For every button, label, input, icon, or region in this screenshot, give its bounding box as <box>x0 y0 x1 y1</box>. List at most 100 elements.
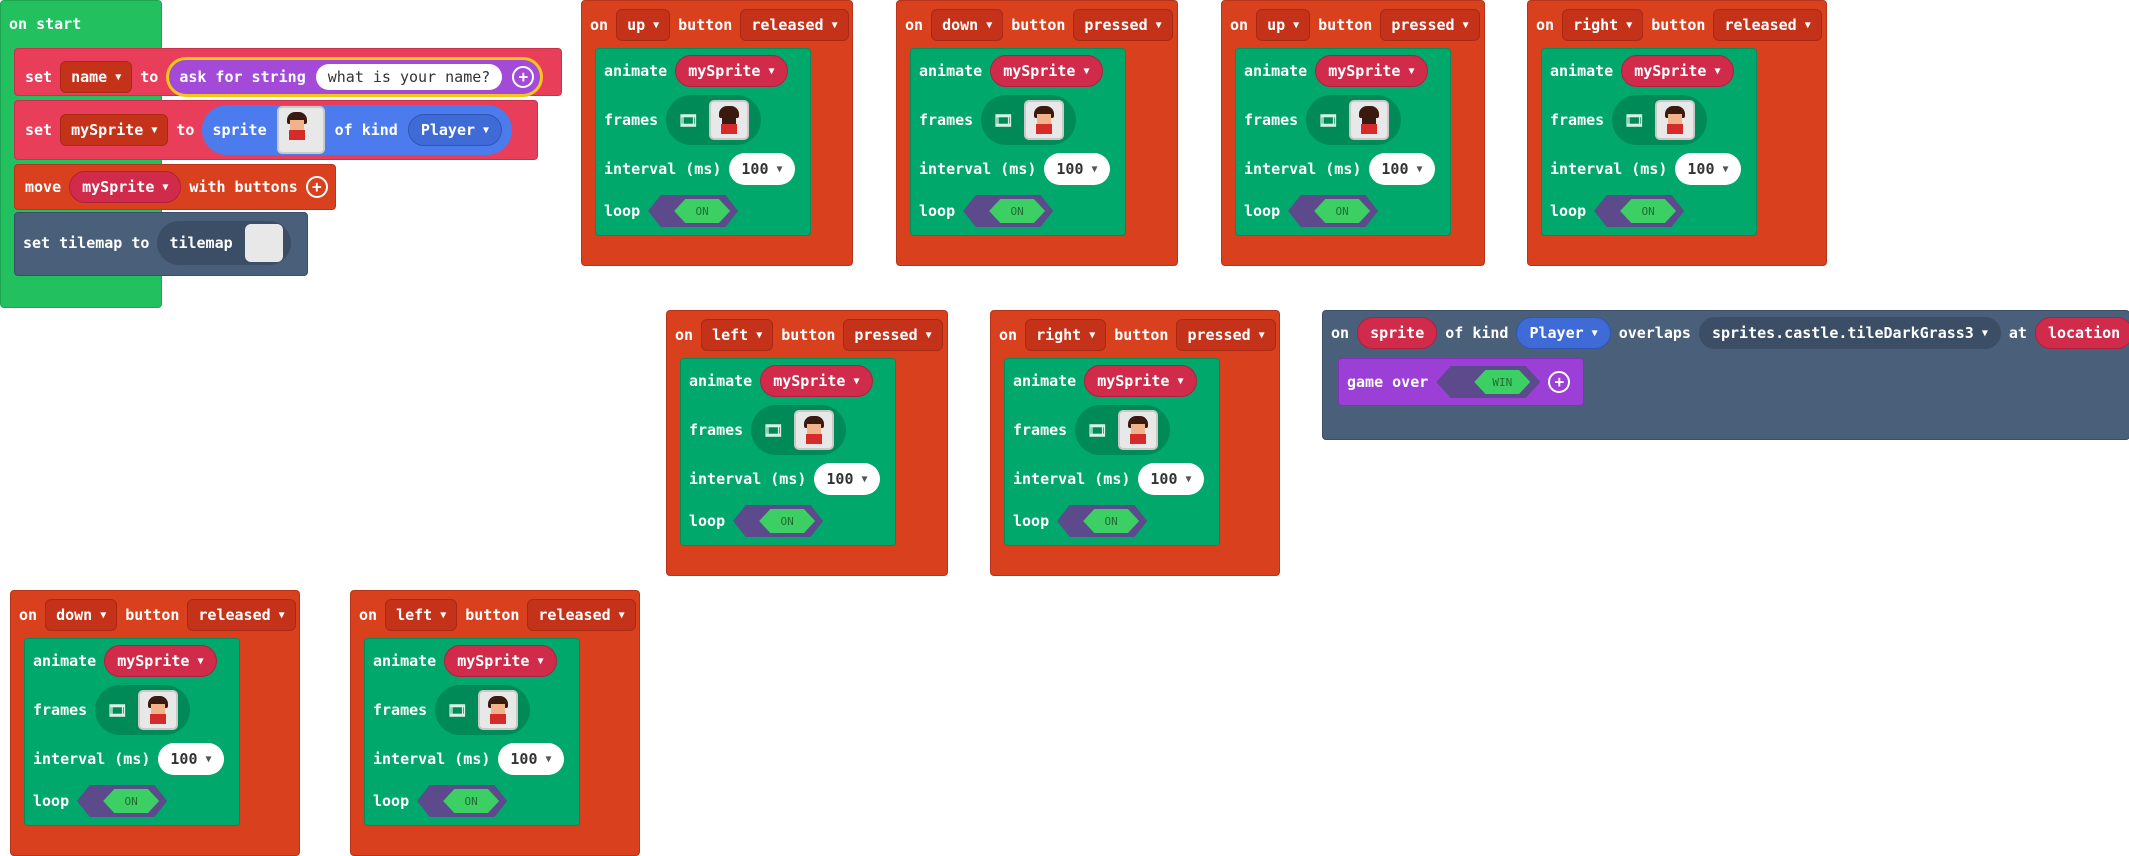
loop-toggle[interactable]: ON <box>1057 505 1148 537</box>
frames-label: frames <box>1550 111 1605 129</box>
loop-toggle[interactable]: ON <box>1594 195 1685 227</box>
loop-toggle[interactable]: ON <box>77 785 168 817</box>
loop-label: loop <box>373 792 410 810</box>
key-dropdown[interactable]: up <box>616 9 671 41</box>
game-over-block[interactable]: game over WIN + <box>1338 358 1584 406</box>
animate-frames-block[interactable]: animate mySprite frames 🎞 interval (ms) … <box>595 48 811 236</box>
interval-dropdown[interactable]: 100 <box>498 743 564 775</box>
mysprite-var-dropdown[interactable]: mySprite <box>1084 365 1197 397</box>
film-icon: 🎞 <box>678 110 699 130</box>
frames-picker[interactable]: 🎞 <box>435 685 530 735</box>
event-dropdown[interactable]: released <box>527 599 636 631</box>
frames-picker[interactable]: 🎞 <box>1075 405 1170 455</box>
film-icon: 🎞 <box>993 110 1014 130</box>
mysprite-var-dropdown[interactable]: mySprite <box>675 55 788 87</box>
add-argument-icon[interactable]: + <box>512 66 535 88</box>
mysprite-var-dropdown[interactable]: mySprite <box>760 365 873 397</box>
event-dropdown[interactable]: pressed <box>843 319 943 351</box>
key-dropdown[interactable]: right <box>1562 9 1644 41</box>
loop-toggle[interactable]: ON <box>648 195 739 227</box>
interval-dropdown[interactable]: 100 <box>1369 153 1435 185</box>
set-mysprite-block[interactable]: set mySprite to sprite of kind Player <box>14 100 538 160</box>
frames-picker[interactable]: 🎞 <box>751 405 846 455</box>
animate-frames-block[interactable]: animate mySprite frames 🎞 interval (ms) … <box>1235 48 1451 236</box>
mysprite-var-dropdown[interactable]: mySprite <box>60 114 169 146</box>
sprite-var-pill[interactable]: sprite <box>1357 317 1438 349</box>
set-tilemap-block[interactable]: set tilemap to tilemap <box>14 212 308 276</box>
interval-dropdown[interactable]: 100 <box>158 743 224 775</box>
animate-frames-block[interactable]: animate mySprite frames 🎞 interval (ms) … <box>910 48 1126 236</box>
film-icon: 🎞 <box>447 700 468 720</box>
add-option-icon[interactable]: + <box>305 176 328 198</box>
animate-frames-block[interactable]: animate mySprite frames 🎞 interval (ms) … <box>680 358 896 546</box>
frames-picker[interactable]: 🎞 <box>981 95 1076 145</box>
key-dropdown[interactable]: down <box>931 9 1004 41</box>
animate-frames-block[interactable]: animate mySprite frames 🎞 interval (ms) … <box>1541 48 1757 236</box>
tilemap-block[interactable]: tilemap <box>157 221 291 265</box>
loop-label: loop <box>1013 512 1050 530</box>
interval-label: interval (ms) <box>604 160 722 178</box>
sprite-frame-icon[interactable] <box>1654 100 1695 140</box>
frames-label: frames <box>919 111 974 129</box>
interval-dropdown[interactable]: 100 <box>729 153 795 185</box>
mysprite-var-dropdown[interactable]: mySprite <box>1315 55 1428 87</box>
animate-frames-block[interactable]: animate mySprite frames 🎞 interval (ms) … <box>364 638 580 826</box>
player-kind-dropdown[interactable]: Player <box>1516 317 1611 349</box>
key-dropdown[interactable]: down <box>45 599 118 631</box>
mysprite-var-dropdown[interactable]: mySprite <box>69 171 182 203</box>
interval-dropdown[interactable]: 100 <box>1044 153 1110 185</box>
sprite-frame-icon[interactable] <box>1023 100 1064 140</box>
loop-toggle[interactable]: ON <box>963 195 1054 227</box>
key-dropdown[interactable]: left <box>385 599 458 631</box>
sprite-frame-icon[interactable] <box>708 100 749 140</box>
sprite-image-icon[interactable] <box>276 106 325 154</box>
event-dropdown[interactable]: released <box>1713 9 1822 41</box>
ask-for-string-block[interactable]: ask for string what is your name? + <box>166 57 544 97</box>
mysprite-var-dropdown[interactable]: mySprite <box>444 645 557 677</box>
tile-dropdown[interactable]: sprites.castle.tileDarkGrass3 <box>1698 317 2001 349</box>
add-argument-icon[interactable]: + <box>1548 371 1571 393</box>
on-label: on <box>999 326 1018 344</box>
set-name-block[interactable]: set name to ask for string what is your … <box>14 48 562 97</box>
win-toggle[interactable]: WIN <box>1436 366 1541 398</box>
interval-dropdown[interactable]: 100 <box>1675 153 1741 185</box>
frames-picker[interactable]: 🎞 <box>666 95 761 145</box>
mysprite-var-dropdown[interactable]: mySprite <box>1621 55 1734 87</box>
key-dropdown[interactable]: up <box>1256 9 1311 41</box>
mysprite-var-dropdown[interactable]: mySprite <box>990 55 1103 87</box>
sprite-frame-icon[interactable] <box>793 410 834 450</box>
mysprite-var-dropdown[interactable]: mySprite <box>104 645 217 677</box>
sprite-frame-icon[interactable] <box>137 690 178 730</box>
frames-picker[interactable]: 🎞 <box>95 685 190 735</box>
event-dropdown[interactable]: pressed <box>1073 9 1173 41</box>
animate-frames-block[interactable]: animate mySprite frames 🎞 interval (ms) … <box>1004 358 1220 546</box>
sprite-frame-icon[interactable] <box>477 690 518 730</box>
interval-dropdown[interactable]: 100 <box>1138 463 1204 495</box>
player-kind-dropdown[interactable]: Player <box>407 114 503 146</box>
animate-frames-block[interactable]: animate mySprite frames 🎞 interval (ms) … <box>24 638 240 826</box>
sprite-create-block[interactable]: sprite of kind Player <box>202 105 513 155</box>
frames-picker[interactable]: 🎞 <box>1306 95 1401 145</box>
prompt-string-input[interactable]: what is your name? <box>315 64 503 90</box>
frames-picker[interactable]: 🎞 <box>1612 95 1707 145</box>
interval-dropdown[interactable]: 100 <box>814 463 880 495</box>
loop-toggle[interactable]: ON <box>1288 195 1379 227</box>
loop-toggle-label: ON <box>1620 199 1677 223</box>
event-dropdown[interactable]: released <box>187 599 296 631</box>
interval-label: interval (ms) <box>919 160 1037 178</box>
sprite-frame-icon[interactable] <box>1348 100 1389 140</box>
event-dropdown[interactable]: pressed <box>1380 9 1480 41</box>
animate-label: animate <box>1550 62 1614 80</box>
loop-toggle[interactable]: ON <box>733 505 824 537</box>
move-with-buttons-block[interactable]: move mySprite with buttons + <box>14 164 336 210</box>
key-dropdown[interactable]: left <box>701 319 774 351</box>
event-dropdown[interactable]: released <box>740 9 849 41</box>
sprite-frame-icon[interactable] <box>1117 410 1158 450</box>
loop-toggle[interactable]: ON <box>417 785 508 817</box>
location-var-pill[interactable]: location <box>2034 317 2129 349</box>
name-var-dropdown[interactable]: name <box>60 61 133 93</box>
key-dropdown[interactable]: right <box>1025 319 1107 351</box>
event-dropdown[interactable]: pressed <box>1176 319 1276 351</box>
tilemap-thumbnail[interactable] <box>244 224 283 262</box>
loop-label: loop <box>1550 202 1587 220</box>
